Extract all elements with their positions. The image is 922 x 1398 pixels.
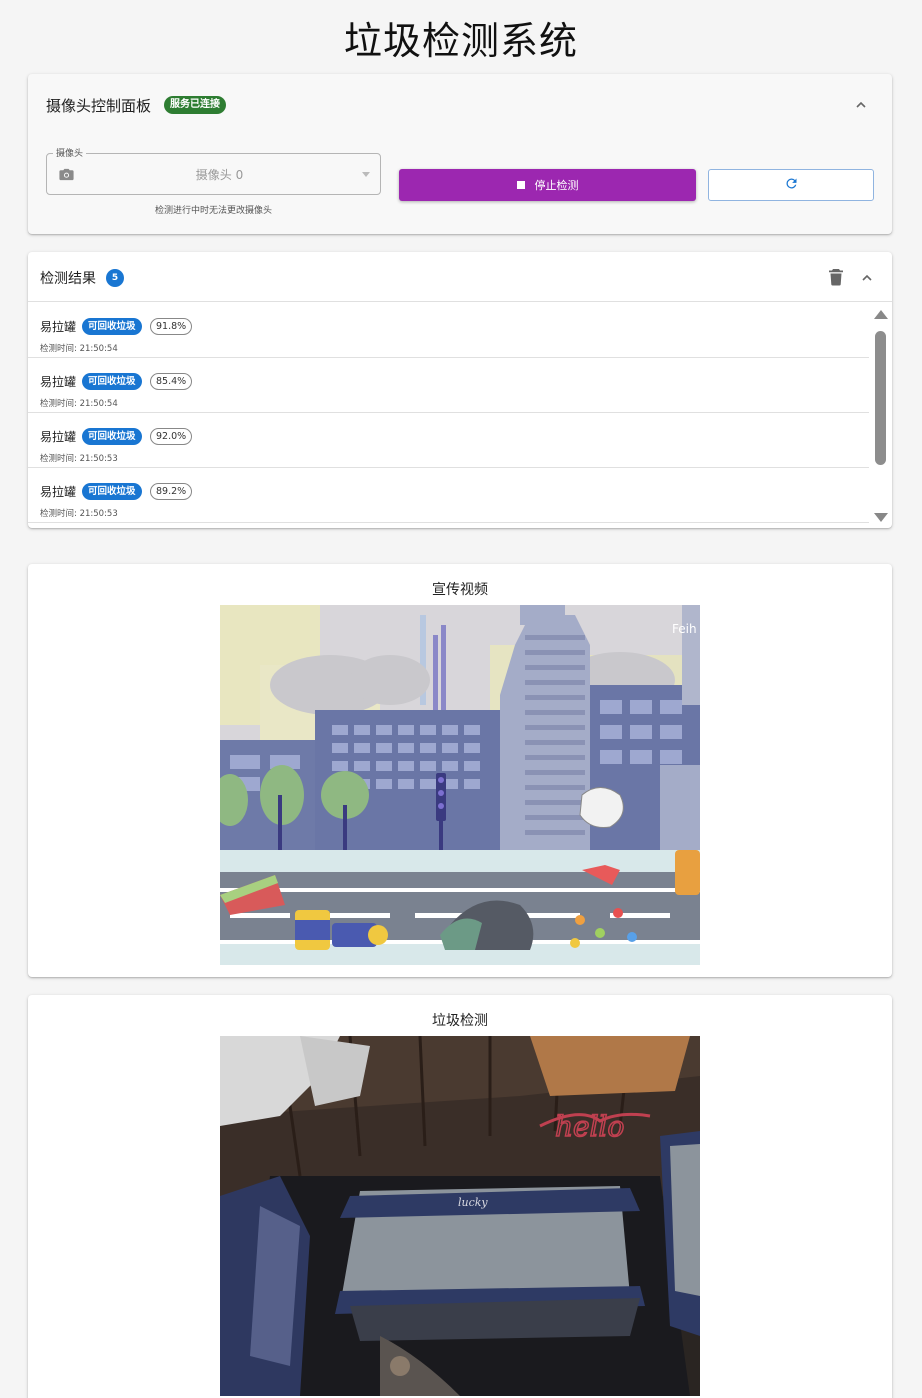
scroll-up-arrow-icon[interactable] [874,310,888,319]
camera-panel-title: 摄像头控制面板 [46,97,152,115]
chevron-up-icon[interactable] [859,270,875,286]
results-count-badge: 5 [106,269,124,287]
scroll-down-arrow-icon[interactable] [874,513,888,522]
detection-results-panel: 检测结果 5 易拉罐 可回收垃圾 91.8% 检测时间: 21:50:54 易拉… [28,252,892,528]
scrollbar-thumb[interactable] [875,331,886,465]
result-time: 检测时间: 21:50:53 [40,509,118,519]
page-title: 垃圾检测系统 [343,19,578,63]
dropdown-arrow-icon [362,172,370,177]
result-name: 易拉罐 [40,485,77,499]
stop-icon [516,181,525,189]
trash-icon[interactable] [828,268,844,286]
refresh-button[interactable] [708,169,874,201]
results-title: 检测结果 [40,271,96,287]
category-badge: 可回收垃圾 [82,428,142,445]
category-badge: 可回收垃圾 [82,373,142,390]
detection-video-title: 垃圾检测 [432,1013,488,1029]
results-scrollbar[interactable] [874,310,888,524]
result-time: 检测时间: 21:50:53 [40,454,118,464]
detection-video-card: 垃圾检测 hello lucky [28,995,892,1398]
stop-detection-label: 停止检测 [534,179,579,192]
shelf-label-text: lucky [458,1196,488,1209]
promo-video-title: 宣传视频 [432,582,488,598]
wall-sign-text: hello [555,1110,624,1143]
list-item[interactable]: 易拉罐 可回收垃圾 89.2% 检测时间: 21:50:53 [28,468,869,523]
result-name: 易拉罐 [40,320,77,334]
stop-detection-button[interactable]: 停止检测 [399,169,696,201]
result-name: 易拉罐 [40,375,77,389]
result-name: 易拉罐 [40,430,77,444]
camera-select-value: 摄像头 0 [195,168,244,182]
list-item[interactable]: 易拉罐 可回收垃圾 92.0% 检测时间: 21:50:53 [28,413,869,468]
result-time: 检测时间: 21:50:54 [40,399,118,409]
confidence-badge: 92.0% [150,428,193,445]
detection-video-stream[interactable]: hello lucky [220,1036,700,1396]
results-list: 易拉罐 可回收垃圾 91.8% 检测时间: 21:50:54 易拉罐 可回收垃圾… [28,303,869,528]
refresh-icon [784,176,799,195]
results-header: 检测结果 5 [28,252,892,302]
camera-select-label: 摄像头 [53,146,87,159]
confidence-badge: 89.2% [150,483,193,500]
camera-select[interactable]: 摄像头 摄像头 0 [46,146,381,195]
confidence-badge: 85.4% [150,373,193,390]
list-item[interactable]: 易拉罐 可回收垃圾 85.4% 检测时间: 21:50:54 [28,358,869,413]
chevron-up-icon[interactable] [853,97,869,113]
result-time: 检测时间: 21:50:54 [40,344,118,354]
service-status-badge: 服务已连接 [164,96,226,114]
camera-hint-text: 检测进行中时无法更改摄像头 [154,206,272,216]
list-item[interactable]: 易拉罐 可回收垃圾 91.8% 检测时间: 21:50:54 [28,303,869,358]
category-badge: 可回收垃圾 [82,483,142,500]
promo-video-player[interactable]: Feih [220,605,700,965]
camera-control-panel: 摄像头控制面板 服务已连接 摄像头 摄像头 0 检测进行中时无法更改摄像头 停止… [28,74,892,234]
promo-overlay-text: Feih [672,622,697,636]
confidence-badge: 91.8% [150,318,193,335]
promo-video-card: 宣传视频 Feih [28,564,892,977]
category-badge: 可回收垃圾 [82,318,142,335]
